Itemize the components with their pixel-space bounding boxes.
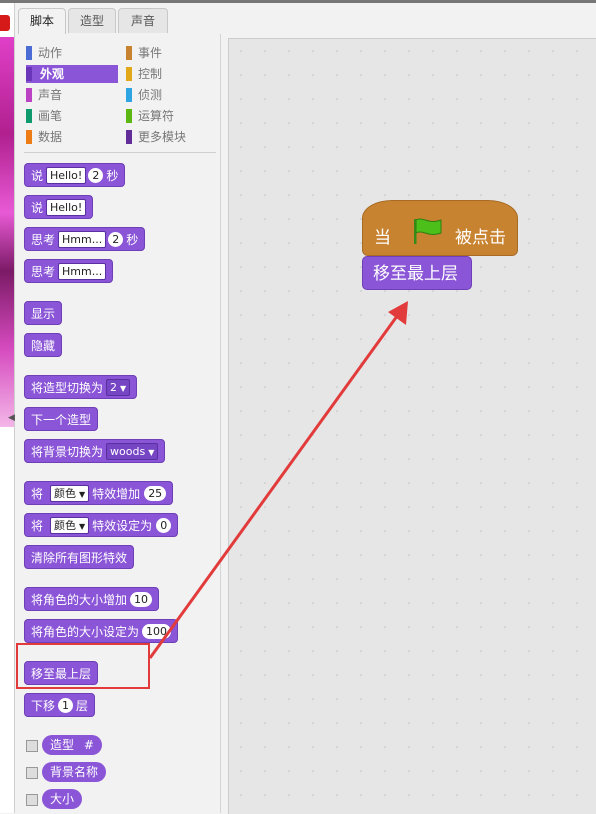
annotation-arrow (148, 301, 408, 659)
arrow-head (388, 301, 408, 325)
arrow-line (148, 311, 402, 659)
